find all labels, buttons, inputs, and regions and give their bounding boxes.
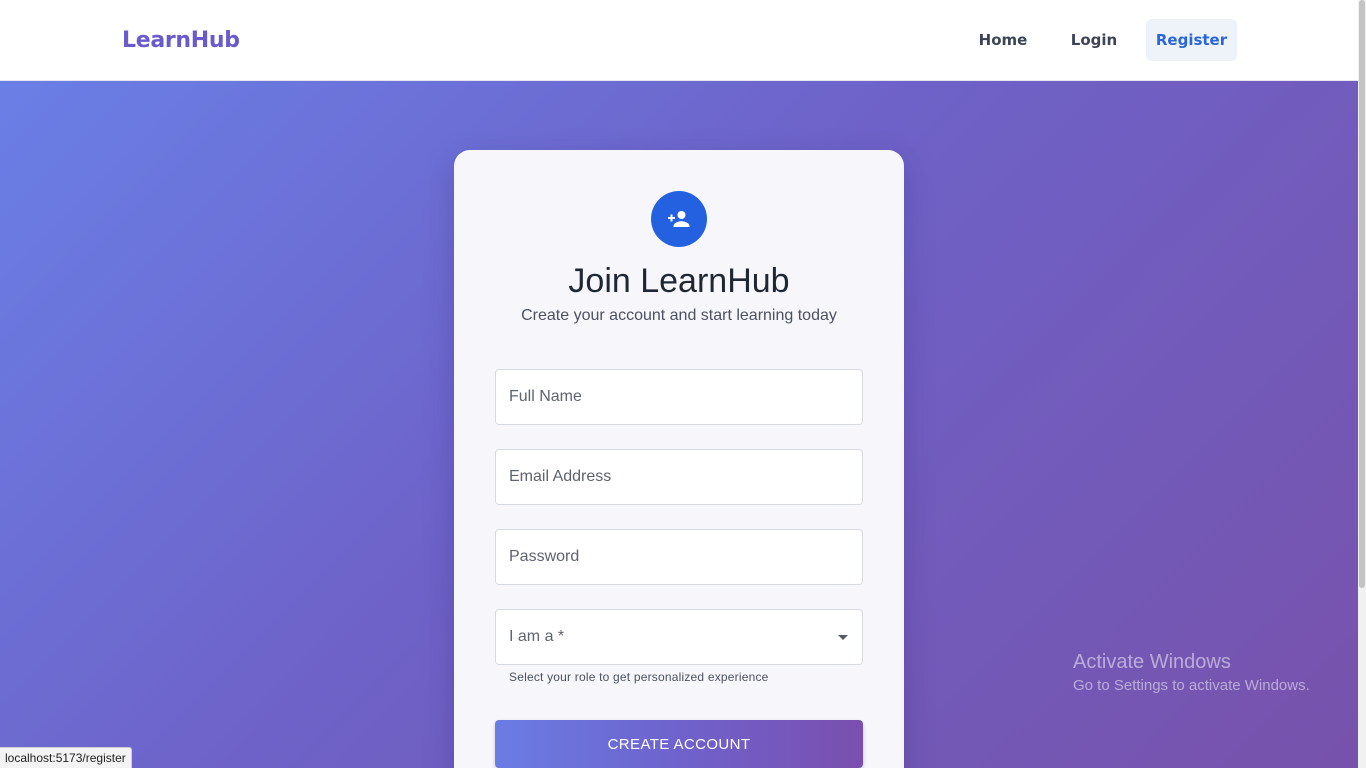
role-helper-text: Select your role to get personalized exp… <box>509 670 769 684</box>
page-scrollbar[interactable] <box>1358 0 1366 768</box>
top-navbar: LearnHub Home Login Register <box>0 0 1358 81</box>
role-select[interactable]: I am a * <box>495 609 863 665</box>
nav-login-link[interactable]: Login <box>1058 19 1130 61</box>
brand-logo[interactable]: LearnHub <box>122 28 240 53</box>
full-name-field[interactable] <box>495 369 863 425</box>
register-subtitle: Create your account and start learning t… <box>521 307 837 324</box>
nav-home-link[interactable]: Home <box>966 19 1040 61</box>
email-input[interactable] <box>496 450 862 504</box>
activate-windows-subtitle: Go to Settings to activate Windows. <box>1073 677 1310 694</box>
activate-windows-title: Activate Windows <box>1073 651 1231 673</box>
dropdown-arrow-icon[interactable] <box>838 635 848 640</box>
register-card: Join LearnHub Create your account and st… <box>454 150 904 768</box>
create-account-button[interactable]: CREATE ACCOUNT <box>495 720 863 768</box>
password-input[interactable] <box>496 530 862 584</box>
role-select-label: I am a * <box>509 628 565 645</box>
password-field[interactable] <box>495 529 863 585</box>
scrollbar-thumb[interactable] <box>1359 0 1365 588</box>
email-field[interactable] <box>495 449 863 505</box>
person-add-icon <box>651 191 707 247</box>
register-title: Join LearnHub <box>568 262 790 300</box>
full-name-input[interactable] <box>496 370 862 424</box>
nav-register-link[interactable]: Register <box>1146 19 1237 61</box>
status-bar-url: localhost:5173/register <box>0 747 132 768</box>
